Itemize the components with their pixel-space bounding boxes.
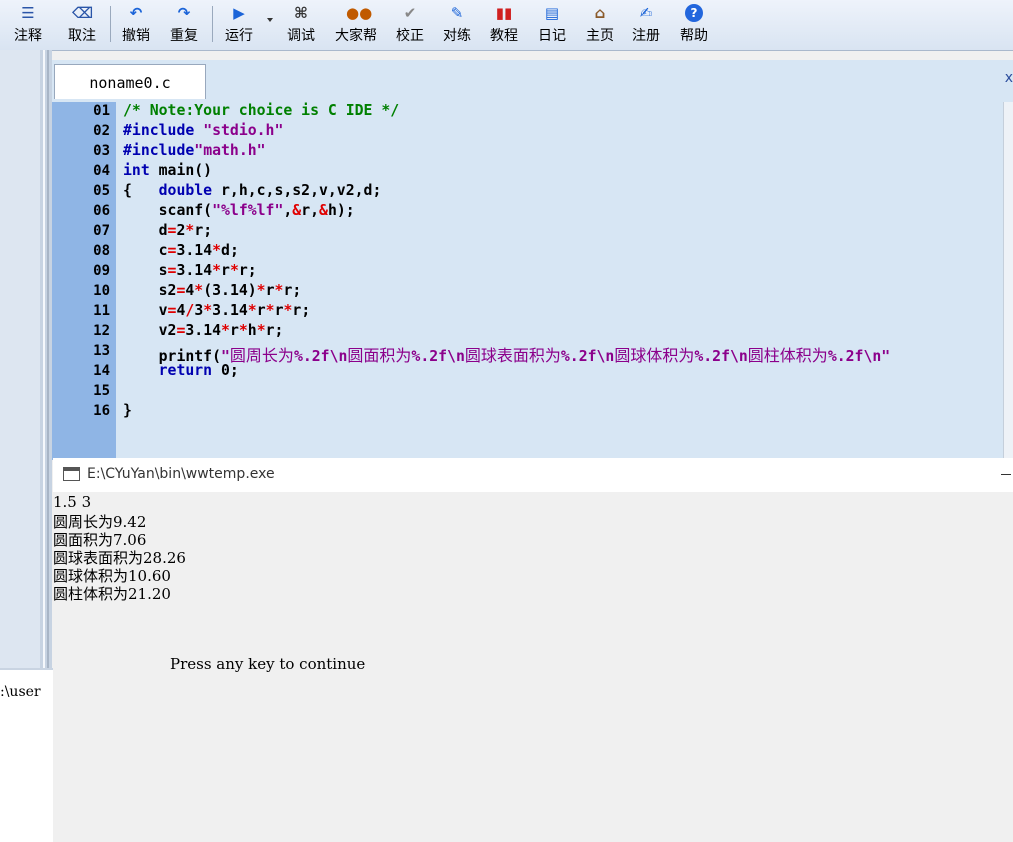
register-button[interactable]: ✍ 注册 bbox=[626, 2, 666, 48]
redo-icon: ↷ bbox=[177, 4, 191, 22]
line-number: 03 bbox=[93, 143, 110, 159]
register-icon: ✍ bbox=[639, 4, 653, 22]
community-button[interactable]: ●● 大家帮 bbox=[330, 2, 382, 48]
code-line: v=4/3*3.14*r*r*r; bbox=[123, 302, 311, 319]
debug-icon: ⌘ bbox=[294, 4, 308, 22]
console-title-bar[interactable]: E:\CYuYan\bin\wwtemp.exe bbox=[53, 458, 1013, 492]
line-number-gutter: 01 02 03 04 05 06 07 08 09 10 11 12 13 1… bbox=[52, 102, 116, 460]
help-button[interactable]: ? 帮助 bbox=[674, 2, 714, 48]
undo-icon: ↶ bbox=[129, 4, 143, 22]
redo-button[interactable]: ↷ 重复 bbox=[164, 2, 204, 48]
community-icon: ●● bbox=[346, 4, 373, 22]
line-number: 02 bbox=[93, 123, 110, 139]
run-button[interactable]: ▶ 运行 bbox=[218, 2, 260, 48]
console-window-icon bbox=[63, 467, 80, 481]
minimize-icon[interactable] bbox=[1001, 474, 1011, 475]
home-icon: ⌂ bbox=[594, 4, 606, 22]
line-number: 12 bbox=[93, 323, 110, 339]
vertical-scrollbar[interactable] bbox=[1003, 102, 1013, 460]
line-number: 04 bbox=[93, 163, 110, 179]
code-line: #include"math.h" bbox=[123, 142, 266, 159]
line-number: 13 bbox=[93, 343, 110, 359]
code-line: v2=3.14*r*h*r; bbox=[123, 322, 284, 339]
console-prompt: Press any key to continue bbox=[170, 655, 366, 673]
toolbar-separator bbox=[110, 6, 111, 42]
code-line: int main() bbox=[123, 162, 213, 179]
run-dropdown-arrow-icon[interactable] bbox=[267, 18, 273, 22]
line-number: 05 bbox=[93, 183, 110, 199]
line-number: 16 bbox=[93, 403, 110, 419]
tab-label: noname0.c bbox=[89, 74, 171, 92]
uncomment-button[interactable]: ⌫ 取注 bbox=[62, 2, 102, 48]
close-icon[interactable]: x bbox=[1005, 70, 1013, 86]
console-output-line: 圆柱体积为21.20 bbox=[53, 585, 171, 603]
code-line: { double r,h,c,s,s2,v,v2,d; bbox=[123, 182, 382, 199]
practice-icon: ✎ bbox=[450, 4, 464, 22]
code-area[interactable]: 01 02 03 04 05 06 07 08 09 10 11 12 13 1… bbox=[52, 102, 1003, 460]
tutorial-button[interactable]: ▮▮ 教程 bbox=[484, 2, 524, 48]
console-output-line: 1.5 3 bbox=[53, 493, 92, 511]
line-number: 07 bbox=[93, 223, 110, 239]
left-panel bbox=[0, 50, 40, 670]
code-line: s2=4*(3.14)*r*r; bbox=[123, 282, 302, 299]
code-line: scanf("%lf%lf",&r,&h); bbox=[123, 202, 355, 219]
code-line: /* Note:Your choice is C IDE */ bbox=[123, 102, 400, 119]
undo-button[interactable]: ↶ 撤销 bbox=[116, 2, 156, 48]
left-panel-splitter[interactable] bbox=[40, 50, 52, 670]
line-number: 11 bbox=[93, 303, 110, 319]
comment-icon: ☰ bbox=[21, 4, 35, 22]
toolbar: ☰ 注释 ⌫ 取注 ↶ 撤销 ↷ 重复 ▶ 运行 ⌘ 调试 ●● 大家帮 ✔ 校… bbox=[0, 0, 1013, 51]
code-line: } bbox=[123, 402, 132, 419]
code-line: d=2*r; bbox=[123, 222, 213, 239]
code-editor: noname0.c x 01 02 03 04 05 06 07 08 09 1… bbox=[52, 60, 1013, 460]
line-number: 10 bbox=[93, 283, 110, 299]
bottom-panel-path-text: :\user bbox=[0, 684, 41, 700]
code-line: #include "stdio.h" bbox=[123, 122, 284, 139]
line-number: 01 bbox=[93, 103, 110, 119]
console-title: E:\CYuYan\bin\wwtemp.exe bbox=[87, 466, 275, 482]
diary-button[interactable]: ▤ 日记 bbox=[532, 2, 572, 48]
home-button[interactable]: ⌂ 主页 bbox=[580, 2, 620, 48]
diary-icon: ▤ bbox=[544, 4, 560, 22]
line-number: 15 bbox=[93, 383, 110, 399]
line-number: 14 bbox=[93, 363, 110, 379]
check-icon: ✔ bbox=[403, 4, 417, 22]
line-number: 08 bbox=[93, 243, 110, 259]
debug-button[interactable]: ⌘ 调试 bbox=[280, 2, 322, 48]
tutorial-icon: ▮▮ bbox=[495, 4, 513, 22]
uncomment-icon: ⌫ bbox=[72, 4, 94, 22]
check-button[interactable]: ✔ 校正 bbox=[390, 2, 430, 48]
line-number: 06 bbox=[93, 203, 110, 219]
code-line: s=3.14*r*r; bbox=[123, 262, 257, 279]
line-number: 09 bbox=[93, 263, 110, 279]
console-window: E:\CYuYan\bin\wwtemp.exe 1.5 3 圆周长为9.42 … bbox=[53, 458, 1013, 842]
run-icon: ▶ bbox=[233, 4, 245, 22]
help-icon: ? bbox=[685, 4, 703, 22]
comment-button[interactable]: ☰ 注释 bbox=[8, 2, 48, 48]
code-line: return 0; bbox=[158, 362, 239, 379]
practice-button[interactable]: ✎ 对练 bbox=[437, 2, 477, 48]
code-line: c=3.14*d; bbox=[123, 242, 239, 259]
tab-noname0[interactable]: noname0.c bbox=[54, 64, 206, 99]
toolbar-separator bbox=[212, 6, 213, 42]
